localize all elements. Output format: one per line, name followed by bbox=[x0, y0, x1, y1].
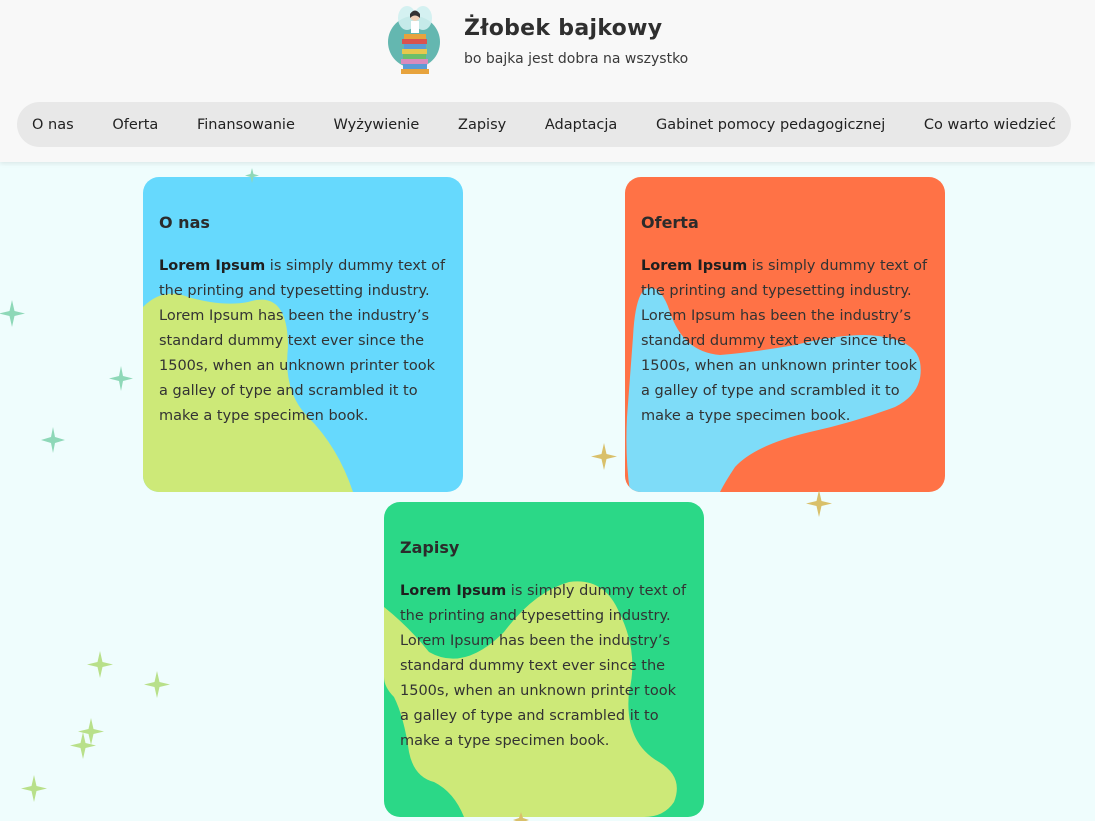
nav-item-wyzywienie[interactable]: Wyżywienie bbox=[334, 117, 420, 133]
nav-item-oferta[interactable]: Oferta bbox=[112, 117, 158, 133]
nav-item-co-warto-wiedziec[interactable]: Co warto wiedzieć bbox=[924, 117, 1056, 133]
site-title[interactable]: Żłobek bajkowy bbox=[464, 16, 662, 41]
nav-item-gabinet[interactable]: Gabinet pomocy pedagogicznej bbox=[656, 117, 885, 133]
nav-item-zapisy[interactable]: Zapisy bbox=[458, 117, 506, 133]
nav-item-o-nas[interactable]: O nas bbox=[32, 117, 74, 133]
site-header: Żłobek bajkowy bo bajka jest dobra na ws… bbox=[0, 0, 1095, 162]
logo-fairy-books-icon[interactable] bbox=[387, 4, 443, 78]
site-tagline: bo bajka jest dobra na wszystko bbox=[464, 51, 689, 67]
nav-item-finansowanie[interactable]: Finansowanie bbox=[197, 117, 295, 133]
nav-item-adaptacja[interactable]: Adaptacja bbox=[545, 117, 617, 133]
main-navigation: O nas Oferta Finansowanie Wyżywienie Zap… bbox=[17, 102, 1071, 147]
